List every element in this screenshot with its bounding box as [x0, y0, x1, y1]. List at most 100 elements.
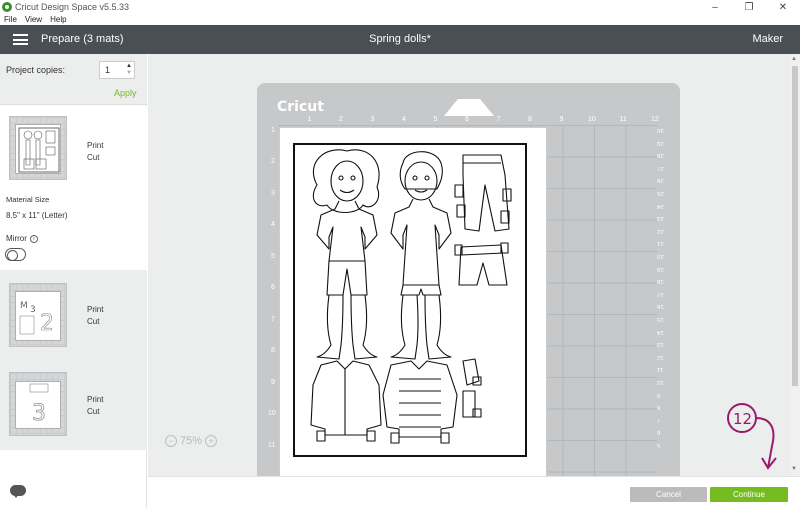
paper-dolls-image [310, 149, 512, 444]
vertical-scrollbar[interactable]: ▲ ▼ [790, 54, 800, 476]
ruler-right-tick: 10 [657, 379, 664, 385]
copies-stepper[interactable]: ▲ ▼ [124, 63, 134, 77]
ruler-right-tick: 5 [657, 442, 661, 448]
mat-mode-cut: Cut [87, 153, 100, 162]
scroll-up-icon[interactable]: ▲ [791, 56, 797, 62]
ruler-right-tick: 28 [657, 152, 664, 159]
mat-preview-canvas: Cricut 1 2 3 4 5 6 7 8 9 10 11 12 1 2 3 4 5 6 7 8 9 10 11 30 2… [148, 54, 790, 476]
machine-selector[interactable]: Maker [752, 33, 783, 45]
scroll-thumb[interactable] [792, 66, 798, 386]
mat-item-2[interactable]: M 3 2 Print Cut [0, 270, 147, 360]
mat-item-1[interactable]: Print Cut [0, 106, 147, 270]
scroll-down-icon[interactable]: ▼ [791, 466, 797, 472]
continue-button[interactable]: Continue [710, 487, 788, 502]
ruler-left-tick: 4 [271, 221, 275, 228]
apply-button[interactable]: Apply [114, 88, 137, 98]
window-controls: – ❐ ✕ [698, 0, 800, 14]
stepper-down-icon[interactable]: ▼ [126, 70, 132, 77]
ruler-right-tick: 21 [657, 240, 664, 247]
annotation-number: 12 [733, 410, 752, 428]
mat-thumbnail[interactable] [9, 116, 67, 180]
svg-text:2: 2 [40, 311, 54, 336]
ruler-right-tick: 26 [657, 177, 664, 184]
material-size-label: Material Size [6, 195, 50, 204]
ruler-left-tick: 8 [271, 347, 275, 354]
ruler-right-tick: 14 [657, 328, 664, 335]
menu-view[interactable]: View [25, 15, 42, 24]
ruler-top-tick: 8 [528, 116, 532, 123]
restore-icon[interactable]: ❐ [732, 0, 766, 14]
info-icon[interactable]: i [29, 234, 38, 243]
ruler-right-tick: 19 [657, 265, 664, 272]
step-annotation: 12 [727, 403, 777, 470]
ruler-right-tick: 13 [657, 341, 664, 348]
ruler-right-tick: 27 [657, 164, 664, 171]
mat-mode-cut: Cut [87, 407, 100, 416]
ruler-right-tick: 9 [657, 391, 661, 398]
mat-item-3[interactable]: 3 Print Cut [0, 360, 147, 450]
menu-file[interactable]: File [4, 15, 17, 24]
chat-icon[interactable] [10, 485, 26, 498]
zoom-in-button[interactable]: + [205, 435, 218, 447]
ruler-left-tick: 9 [271, 378, 275, 386]
ruler-right-tick: 29 [657, 139, 664, 146]
ruler-right-tick: 11 [657, 366, 664, 373]
project-copies-input[interactable]: 1 ▲ ▼ [99, 61, 135, 79]
ruler-right-tick: 8 [657, 404, 661, 411]
ruler-left-tick: 6 [271, 284, 275, 291]
ruler-left-tick: 10 [268, 410, 276, 417]
mat-mode-cut: Cut [87, 317, 100, 326]
ruler-top-tick: 7 [496, 116, 501, 123]
ruler-right-tick: 15 [657, 316, 664, 322]
mirror-label: Mirror i [6, 234, 38, 243]
cricut-logo: Cricut [277, 99, 324, 115]
window-title: Cricut Design Space v5.5.33 [15, 2, 130, 12]
project-copies-label: Project copies: [6, 65, 66, 75]
zoom-control: − 75% + [165, 432, 220, 450]
ruler-top-tick: 1 [307, 116, 312, 123]
mat-mode: Print Cut [87, 304, 103, 328]
ruler-right-tick: 22 [657, 227, 664, 234]
ruler-top-tick: 10 [588, 116, 596, 123]
minimize-icon[interactable]: – [698, 0, 732, 14]
stepper-up-icon[interactable]: ▲ [126, 63, 132, 70]
mat-thumbnail[interactable]: M 3 2 [9, 283, 67, 347]
ruler-top-tick: 4 [402, 116, 406, 123]
ruler-right-tick: 17 [657, 290, 664, 297]
ruler-right-tick: 7 [657, 416, 661, 423]
cancel-button[interactable]: Cancel [630, 487, 707, 502]
material-size-value[interactable]: 8.5" x 11" (Letter) [6, 211, 68, 220]
printable-sheet[interactable] [279, 127, 547, 476]
menu-bar: File View Help [0, 14, 800, 25]
project-copies-value[interactable]: 1 [100, 65, 124, 75]
footer-bar: Cancel Continue [148, 476, 800, 508]
svg-text:3: 3 [30, 305, 36, 315]
ruler-right-tick: 23 [657, 215, 664, 222]
project-copies-section: Project copies: 1 ▲ ▼ Apply [0, 54, 147, 105]
ruler-left-tick: 11 [268, 441, 276, 449]
ruler-left-tick: 7 [271, 315, 275, 323]
ruler-right-tick: 12 [657, 353, 664, 360]
mat-mode: Print Cut [87, 394, 103, 418]
print-image[interactable] [293, 143, 527, 457]
mat-mode: Print Cut [87, 140, 103, 164]
mat-thumbnail[interactable]: 3 [9, 372, 67, 436]
close-icon[interactable]: ✕ [766, 0, 800, 14]
app-header: Prepare (3 mats) Spring dolls* Maker [0, 25, 800, 54]
zoom-level: 75% [180, 435, 203, 447]
ruler-right-tick: 24 [657, 202, 664, 209]
ruler-left-tick: 2 [271, 158, 275, 165]
svg-text:M: M [20, 301, 28, 311]
menu-help[interactable]: Help [50, 15, 66, 24]
mirror-label-text: Mirror [6, 234, 27, 243]
mat-tab [444, 99, 494, 116]
ruler-top-tick: 2 [339, 116, 343, 123]
mirror-toggle[interactable] [5, 248, 26, 261]
ruler-top-tick: 9 [559, 116, 564, 123]
mat-mode-print: Print [87, 141, 104, 150]
mat-sidebar: Project copies: 1 ▲ ▼ Apply Print Cut Ma… [0, 54, 147, 508]
ruler-top-tick: 3 [370, 116, 375, 123]
ruler-right-tick: 6 [657, 429, 661, 436]
ruler-top-tick: 11 [619, 116, 627, 123]
zoom-out-button[interactable]: − [165, 435, 177, 447]
